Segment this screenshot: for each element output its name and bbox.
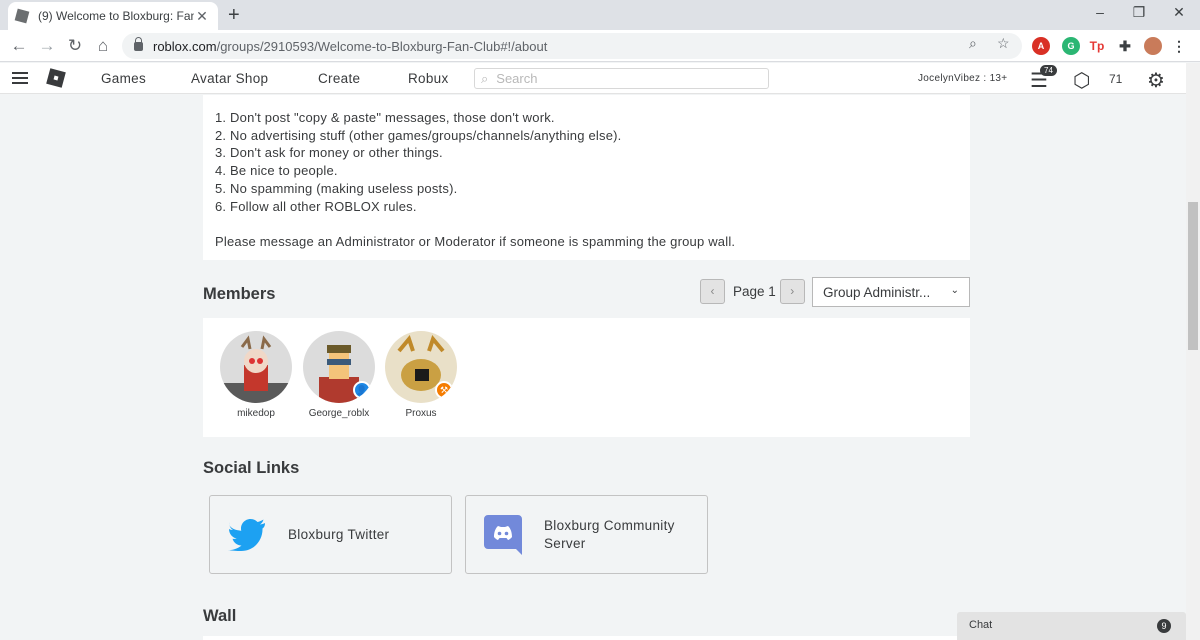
search-input[interactable] — [496, 71, 747, 86]
wall-heading: Wall — [203, 607, 237, 625]
member-role-badge-icon: 👤 — [353, 381, 371, 399]
members-pager: ‹ Page 1 › — [700, 279, 805, 304]
scrollbar-thumb[interactable] — [1188, 202, 1198, 350]
extension-adblock-icon[interactable]: A — [1032, 37, 1050, 55]
reload-icon[interactable]: ↻ — [65, 36, 85, 56]
username-label[interactable]: JocelynVibez : 13+ — [918, 73, 1007, 84]
next-page-button[interactable]: › — [779, 279, 805, 304]
member-tile[interactable]: mikedop — [216, 331, 296, 419]
chevron-down-icon: ⌄ — [950, 285, 959, 296]
previous-page-button[interactable]: ‹ — [700, 279, 725, 304]
zoom-icon[interactable]: ⌕ — [969, 35, 977, 52]
discord-icon — [484, 514, 522, 555]
social-link-label: Bloxburg Twitter — [288, 526, 390, 542]
minimize-button[interactable]: – — [1085, 4, 1115, 20]
roblox-logo-icon[interactable] — [46, 68, 66, 88]
member-name[interactable]: Proxus — [381, 408, 461, 419]
address-row: ← → ↻ ⌂ roblox.com/groups/2910593/Welcom… — [0, 30, 1200, 62]
member-role-badge-icon: ⚒ — [435, 381, 453, 399]
chat-bar[interactable]: Chat 9 — [957, 612, 1186, 640]
extension-tp-icon[interactable]: Tp — [1088, 37, 1106, 55]
hamburger-menu-icon[interactable] — [12, 72, 28, 84]
role-select-value: Group Administr... — [823, 285, 931, 300]
member-name[interactable]: George_roblx — [299, 408, 379, 419]
member-name[interactable]: mikedop — [216, 408, 296, 419]
forward-arrow-icon[interactable]: → — [37, 36, 57, 56]
rule-item: 1. Don't post "copy & paste" messages, t… — [215, 110, 555, 125]
member-tile[interactable]: 👤 George_roblx — [299, 331, 379, 419]
role-select-dropdown[interactable]: Group Administr... ⌄ — [812, 277, 970, 307]
avatar[interactable] — [220, 331, 292, 403]
social-link-label: Bloxburg Community Server — [544, 517, 675, 551]
tab-title: (9) Welcome to Bloxburg: Fan Clu — [38, 9, 194, 23]
nav-link-robux[interactable]: Robux — [408, 71, 449, 86]
messages-count-badge: 74 — [1040, 65, 1057, 76]
social-links-heading: Social Links — [203, 459, 300, 477]
browser-tab-bar: (9) Welcome to Bloxburg: Fan Clu ✕ + – ❐… — [0, 0, 1200, 30]
new-tab-button[interactable]: + — [228, 4, 240, 26]
restore-button[interactable]: ❐ — [1124, 4, 1154, 21]
rule-item: 3. Don't ask for money or other things. — [215, 145, 443, 161]
group-rules-card: 1. Don't post "copy & paste" messages, t… — [203, 95, 970, 260]
profile-avatar-icon[interactable] — [1144, 37, 1162, 55]
page-scrollbar[interactable] — [1186, 63, 1200, 640]
close-window-button[interactable]: ✕ — [1164, 4, 1194, 21]
chat-unread-count: 9 — [1157, 619, 1171, 633]
address-bar[interactable]: roblox.com/groups/2910593/Welcome-to-Blo… — [122, 33, 1022, 59]
nav-link-games[interactable]: Games — [101, 71, 146, 86]
extensions-puzzle-icon[interactable]: ✚ — [1116, 37, 1134, 55]
extension-grammarly-icon[interactable]: G — [1062, 37, 1080, 55]
page-label: Page 1 — [733, 284, 776, 299]
nav-link-create[interactable]: Create — [318, 71, 360, 86]
twitter-link-card[interactable]: Bloxburg Twitter — [209, 495, 452, 574]
chat-label: Chat — [969, 619, 993, 631]
settings-gear-icon[interactable]: ⚙ — [1147, 68, 1165, 93]
avatar[interactable]: 👤 — [303, 331, 375, 403]
rule-item: 4. Be nice to people. — [215, 163, 338, 179]
rule-item: 6. Follow all other ROBLOX rules. — [215, 198, 417, 214]
avatar[interactable]: ⚒ — [385, 331, 457, 403]
robux-icon[interactable]: ⬡ — [1073, 68, 1090, 93]
back-arrow-icon[interactable]: ← — [9, 36, 29, 56]
tab-close-icon[interactable]: ✕ — [194, 8, 210, 25]
twitter-icon — [228, 518, 265, 551]
home-icon[interactable]: ⌂ — [93, 36, 113, 56]
rule-item: 2. No advertising stuff (other games/gro… — [215, 127, 622, 143]
member-tile[interactable]: ⚒ Proxus — [381, 331, 461, 419]
robux-balance: 71 — [1109, 72, 1123, 86]
roblox-favicon-icon — [14, 8, 30, 24]
rules-note: Please message an Administrator or Moder… — [215, 233, 736, 249]
nav-link-avatar-shop[interactable]: Avatar Shop — [191, 71, 268, 86]
discord-link-card[interactable]: Bloxburg Community Server — [465, 495, 708, 574]
bookmark-star-icon[interactable]: ☆ — [997, 35, 1010, 52]
rule-item: 5. No spamming (making useless posts). — [215, 180, 458, 196]
roblox-top-nav: Games Avatar Shop Create Robux ⌕ Jocelyn… — [0, 63, 1186, 94]
browser-tab[interactable]: (9) Welcome to Bloxburg: Fan Clu ✕ — [8, 2, 218, 30]
members-card: mikedop 👤 George_roblx ⚒ Proxus — [203, 318, 970, 437]
search-icon: ⌕ — [481, 70, 489, 86]
wall-card — [203, 636, 970, 640]
search-box: ⌕ — [474, 68, 769, 89]
url-path: /groups/2910593/Welcome-to-Bloxburg-Fan-… — [216, 38, 548, 54]
members-heading: Members — [203, 285, 276, 303]
browser-menu-icon[interactable]: ⋮ — [1170, 37, 1188, 55]
url-host: roblox.com — [153, 38, 217, 54]
lock-icon — [134, 36, 143, 51]
